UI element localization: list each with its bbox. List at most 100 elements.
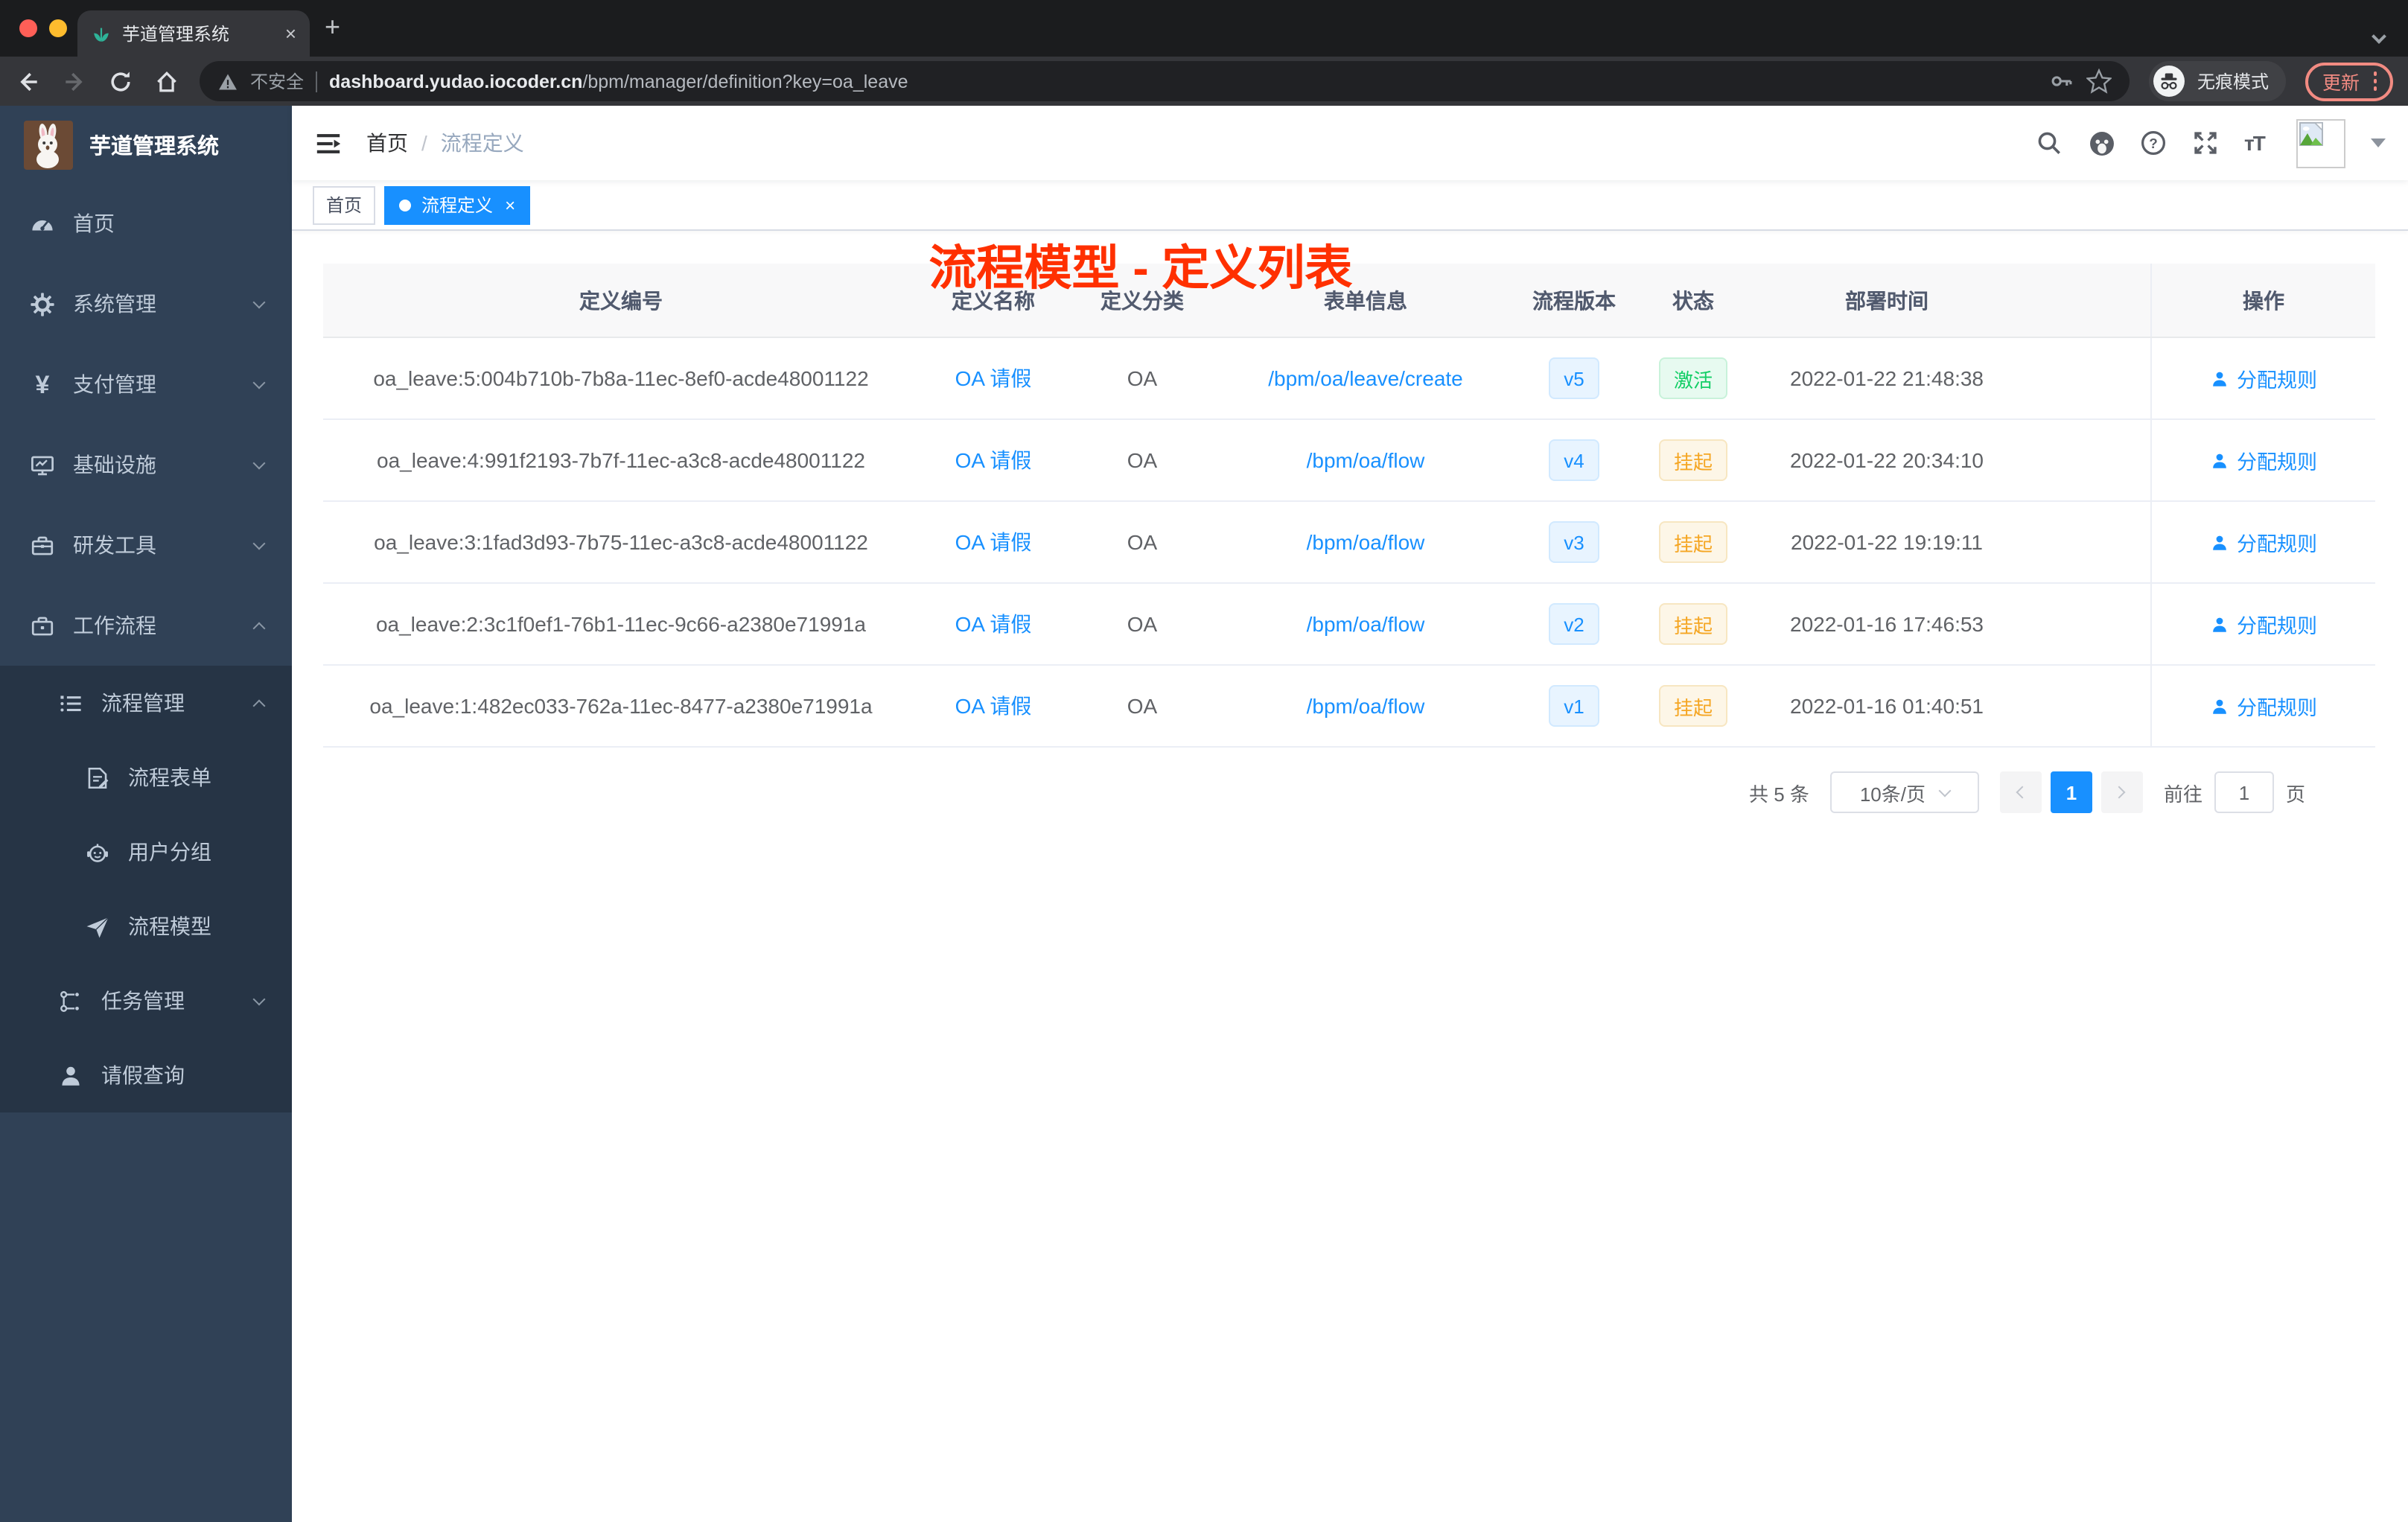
page-number-button[interactable]: 1 <box>2050 771 2092 813</box>
window-minimize-button[interactable] <box>49 19 67 37</box>
version-badge: v5 <box>1549 357 1599 399</box>
tag-close-icon[interactable]: × <box>505 194 515 215</box>
page-size-select[interactable]: 10条/页 <box>1829 771 1979 813</box>
forward-icon[interactable] <box>61 68 88 95</box>
sidebar-logo-row[interactable]: 芋道管理系统 <box>0 106 292 183</box>
breadcrumb-home[interactable]: 首页 <box>366 128 408 158</box>
list-icon <box>58 690 83 716</box>
tag-process-definition[interactable]: 流程定义 × <box>384 185 531 224</box>
definition-id: oa_leave:5:004b710b-7b8a-11ec-8ef0-acde4… <box>373 366 869 390</box>
chevron-down-icon <box>252 375 266 389</box>
goto-page: 前往 页 <box>2164 771 2305 813</box>
sidebar-item-workflow[interactable]: 工作流程 <box>0 585 292 666</box>
reload-icon[interactable] <box>107 68 134 95</box>
menu-dots-icon[interactable] <box>2373 71 2377 91</box>
sidebar-item-process-management[interactable]: 流程管理 <box>0 666 292 740</box>
chevron-down-icon <box>252 992 266 1005</box>
password-key-icon[interactable] <box>2050 69 2075 94</box>
tag-label: 首页 <box>326 195 363 216</box>
sidebar-item-home[interactable]: 首页 <box>0 183 292 264</box>
browser-update-button[interactable]: 更新 <box>2305 62 2393 101</box>
sidebar-item-label: 用户分组 <box>128 840 211 864</box>
version-badge: v1 <box>1549 685 1599 727</box>
chevron-up-icon <box>252 698 266 712</box>
sidebar-item-label: 流程管理 <box>101 691 185 715</box>
tag-home[interactable]: 首页 <box>313 185 376 224</box>
new-tab-button[interactable]: + <box>325 12 340 42</box>
github-icon[interactable] <box>2088 130 2115 156</box>
back-icon[interactable] <box>15 68 42 95</box>
sidebar-item-label: 流程表单 <box>128 765 211 789</box>
goto-page-input[interactable] <box>2214 771 2274 813</box>
avatar[interactable] <box>2296 118 2345 168</box>
home-icon[interactable] <box>153 68 180 95</box>
sidebar-toggle-icon[interactable] <box>314 129 343 157</box>
address-bar[interactable]: 不安全 dashboard.yudao.iocoder.cn/bpm/manag… <box>200 61 2130 101</box>
deploy-time: 2022-01-22 21:48:38 <box>1790 366 1984 390</box>
definition-name-link[interactable]: OA 请假 <box>955 527 1032 557</box>
assign-rule-button[interactable]: 分配规则 <box>2210 609 2317 639</box>
window-close-button[interactable] <box>19 19 37 37</box>
definition-category: OA <box>1127 694 1158 718</box>
definition-name-link[interactable]: OA 请假 <box>955 363 1032 393</box>
sidebar-item-task-management[interactable]: 任务管理 <box>0 964 292 1038</box>
assign-rule-button[interactable]: 分配规则 <box>2210 691 2317 721</box>
definition-name-link[interactable]: OA 请假 <box>955 609 1032 639</box>
tab-search-icon[interactable] <box>2372 22 2386 49</box>
fullscreen-icon[interactable] <box>2192 130 2219 156</box>
form-link[interactable]: /bpm/oa/flow <box>1307 530 1425 554</box>
avatar-caret-icon[interactable] <box>2371 138 2386 147</box>
version-badge: v2 <box>1549 603 1599 645</box>
security-label[interactable]: 不安全 <box>250 69 304 94</box>
definition-id: oa_leave:1:482ec033-762a-11ec-8477-a2380… <box>369 694 873 718</box>
table-row: oa_leave:5:004b710b-7b8a-11ec-8ef0-acde4… <box>323 338 2375 420</box>
sidebar-item-system[interactable]: 系统管理 <box>0 264 292 344</box>
sidebar-item-process-form[interactable]: 流程表单 <box>0 740 292 815</box>
yen-icon: ¥ <box>35 370 50 398</box>
table-row: oa_leave:1:482ec033-762a-11ec-8477-a2380… <box>323 666 2375 748</box>
active-dot <box>399 199 412 211</box>
tab-close-icon[interactable]: × <box>285 22 296 45</box>
sidebar-item-user-group[interactable]: 用户分组 <box>0 815 292 889</box>
definition-name-link[interactable]: OA 请假 <box>955 445 1032 475</box>
definition-category: OA <box>1127 448 1158 472</box>
sidebar-item-devtools[interactable]: 研发工具 <box>0 505 292 585</box>
page-size-value: 10条/页 <box>1859 783 1926 805</box>
definition-name-link[interactable]: OA 请假 <box>955 691 1032 721</box>
browser-tab[interactable]: 芋道管理系统 × <box>77 10 310 57</box>
next-page-button[interactable] <box>2100 771 2143 813</box>
browser-tab-strip: 芋道管理系统 × + <box>0 0 2408 57</box>
sidebar-item-infrastructure[interactable]: 基础设施 <box>0 424 292 505</box>
page-unit-label: 页 <box>2285 783 2305 805</box>
table-row: oa_leave:2:3c1f0ef1-76b1-11ec-9c66-a2380… <box>323 584 2375 666</box>
help-icon[interactable]: ? <box>2140 130 2167 156</box>
font-size-icon[interactable]: тT <box>2244 130 2271 156</box>
sidebar-item-label: 任务管理 <box>101 989 185 1013</box>
assign-rule-button[interactable]: 分配规则 <box>2210 445 2317 475</box>
definition-id: oa_leave:4:991f2193-7b7f-11ec-a3c8-acde4… <box>377 448 865 472</box>
definition-id: oa_leave:2:3c1f0ef1-76b1-11ec-9c66-a2380… <box>375 612 866 636</box>
form-link[interactable]: /bpm/oa/leave/create <box>1268 366 1463 390</box>
sidebar-item-payment[interactable]: ¥ 支付管理 <box>0 344 292 424</box>
page-content: 定义编号 定义名称 定义分类 表单信息 流程版本 状态 部署时间 操作 oa_l… <box>292 231 2408 1522</box>
assign-rule-button[interactable]: 分配规则 <box>2210 527 2317 557</box>
workflow-submenu: 流程管理 流程表单 用户分组 流程模型 任务管理 请假查询 <box>0 666 292 1112</box>
tab-title: 芋道管理系统 <box>122 24 230 45</box>
screen: 芋道管理系统 × + 不安全 dashboard.yudao.iocoder.c… <box>0 0 2408 1522</box>
assign-rule-button[interactable]: 分配规则 <box>2210 363 2317 393</box>
search-icon[interactable] <box>2036 130 2063 156</box>
chevron-up-icon <box>252 621 266 634</box>
version-badge: v4 <box>1549 439 1599 481</box>
sidebar-item-label: 请假查询 <box>101 1063 185 1087</box>
form-link[interactable]: /bpm/oa/flow <box>1307 448 1425 472</box>
person-icon <box>58 1063 83 1088</box>
sidebar-item-process-model[interactable]: 流程模型 <box>0 889 292 964</box>
form-link[interactable]: /bpm/oa/flow <box>1307 612 1425 636</box>
navbar-actions: ? тT <box>2036 118 2386 168</box>
chevron-down-icon <box>252 456 266 469</box>
form-link[interactable]: /bpm/oa/flow <box>1307 694 1425 718</box>
prev-page-button[interactable] <box>1999 771 2042 813</box>
bookmark-star-icon[interactable] <box>2086 69 2112 94</box>
sidebar-item-leave-query[interactable]: 请假查询 <box>0 1038 292 1112</box>
url-text[interactable]: dashboard.yudao.iocoder.cn/bpm/manager/d… <box>329 71 2038 92</box>
